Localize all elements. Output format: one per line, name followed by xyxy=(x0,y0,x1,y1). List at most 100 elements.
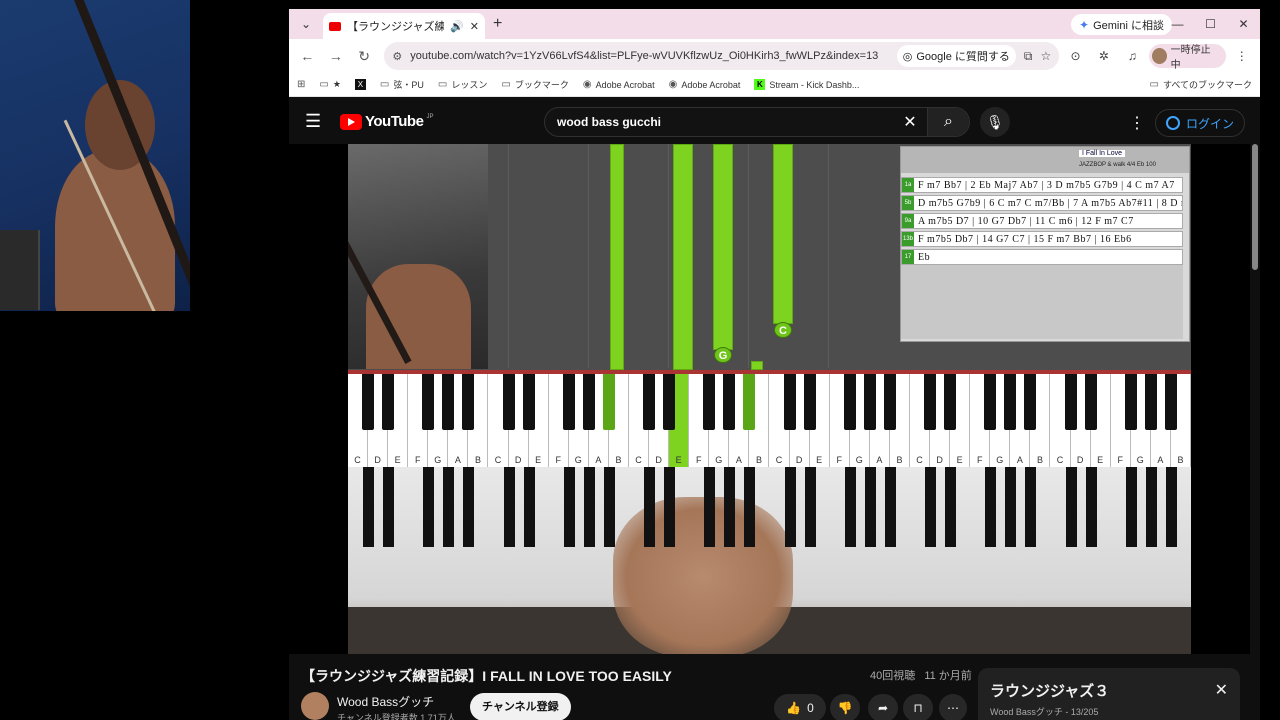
gemini-button[interactable]: ✦ Gemini に相談 xyxy=(1071,14,1172,35)
key-label: G xyxy=(855,455,863,465)
back-button[interactable]: ← xyxy=(295,48,319,64)
real-black-key xyxy=(925,467,937,547)
bookmark-adobe-2[interactable]: ◉ Adobe Acrobat xyxy=(669,79,741,90)
piano-black-key xyxy=(944,374,957,430)
key-label: G xyxy=(574,455,582,465)
video-player[interactable]: G C I Fall In Love JAZZBOP & walk 4/4 Eb… xyxy=(289,144,1250,654)
settings-dots-icon[interactable]: ⋮ xyxy=(1129,113,1145,133)
search-input[interactable]: wood bass gucchi xyxy=(545,115,893,129)
channel-name[interactable]: Wood Bassグッチ xyxy=(337,693,434,710)
section-marker: 13b xyxy=(902,232,914,246)
section-marker: 9a xyxy=(902,214,914,228)
share-button[interactable]: ➦ xyxy=(868,694,898,720)
close-playlist-icon[interactable]: ✕ xyxy=(1215,680,1228,700)
real-black-key xyxy=(1065,467,1077,547)
real-black-key xyxy=(603,467,615,547)
piano-black-key xyxy=(382,374,395,430)
bookmark-label: レッスン xyxy=(451,80,488,90)
reload-button[interactable]: ↻ xyxy=(352,48,376,65)
piano-black-key xyxy=(1084,374,1097,430)
playlist-panel: ラウンジジャズ３ Wood Bassグッチ - 13/205 ✕ xyxy=(978,668,1240,720)
key-label: B xyxy=(896,455,903,465)
search-button[interactable]: ⌕ xyxy=(927,108,969,136)
real-black-key xyxy=(1085,467,1097,547)
search-box[interactable]: wood bass gucchi ✕ ⌕ xyxy=(544,107,970,137)
bookmark-folder-strings[interactable]: ▭ 弦・PU xyxy=(380,78,424,91)
playlist-title[interactable]: ラウンジジャズ３ xyxy=(990,680,1109,701)
real-black-key xyxy=(1125,467,1137,547)
clear-search-icon[interactable]: ✕ xyxy=(893,112,927,132)
like-count: 0 xyxy=(807,701,814,715)
extension-circle-icon[interactable]: ⊙ xyxy=(1063,49,1087,63)
key-label: C xyxy=(1056,455,1064,465)
browser-menu-icon[interactable]: ⋮ xyxy=(1230,49,1254,63)
section-marker: 17 xyxy=(902,250,914,264)
tab-title: 【ラウンジジャズ練習記録】I FAL xyxy=(347,21,445,33)
tab-search-button[interactable]: ⌄ xyxy=(293,12,319,36)
real-black-key xyxy=(864,467,876,547)
login-button[interactable]: ログイン xyxy=(1155,109,1246,137)
chord-row: 1a F m7 Bb7 | 2 Eb Maj7 Ab7 | 3 D m7b5 G… xyxy=(901,177,1183,193)
profile-avatar xyxy=(1151,48,1167,64)
new-tab-button[interactable]: + xyxy=(493,15,502,33)
piano-footage xyxy=(348,467,1191,654)
voice-search-mic-icon[interactable]: 🎙 xyxy=(980,107,1010,137)
media-control-icon[interactable]: ♫ xyxy=(1120,49,1144,63)
scrollbar-thumb[interactable] xyxy=(1252,144,1258,270)
minimize-button[interactable]: — xyxy=(1161,9,1194,39)
close-tab-icon[interactable]: ✕ xyxy=(470,20,479,33)
bookmark-label: ブックマーク xyxy=(514,80,569,90)
bookmark-label: ★ xyxy=(332,79,341,89)
apps-grid-icon[interactable]: ⊞ xyxy=(297,79,305,90)
page-scrollbar[interactable] xyxy=(1250,144,1260,720)
bookmark-folder-bookmarks[interactable]: ▭ ブックマーク xyxy=(501,78,568,91)
profile-status: 一時停止中 xyxy=(1170,45,1211,71)
speaker-icon[interactable]: 🔊 xyxy=(450,20,464,33)
piano-black-key xyxy=(582,374,595,430)
account-icon xyxy=(1166,116,1180,130)
more-actions-button[interactable]: ⋯ xyxy=(939,694,967,720)
chord-symbols: Eb xyxy=(918,251,931,263)
tab-bar: ⌄ 【ラウンジジャズ練習記録】I FAL 🔊 ✕ + ✦ Gemini に相談 … xyxy=(289,9,1260,39)
key-label: G xyxy=(434,455,442,465)
key-label: F xyxy=(1117,455,1123,465)
all-bookmarks-button[interactable]: ▭ すべてのブックマーク xyxy=(1150,78,1252,91)
video-info: 【ラウンジジャズ練習記録】I FALL IN LOVE TOO EASILY 4… xyxy=(289,654,1260,720)
install-app-icon[interactable]: ⧉ xyxy=(1024,49,1033,64)
hamburger-menu-icon[interactable]: ☰ xyxy=(305,111,321,132)
piano-black-key xyxy=(924,374,937,430)
tab-active[interactable]: 【ラウンジジャズ練習記録】I FAL 🔊 ✕ xyxy=(323,13,485,39)
bookmark-x[interactable]: X xyxy=(354,79,366,90)
like-button[interactable]: 👍 0 xyxy=(774,694,826,720)
youtube-favicon-icon xyxy=(329,21,341,31)
bookmark-folder-lesson[interactable]: ▭ レッスン xyxy=(438,78,487,91)
key-label: B xyxy=(1177,455,1184,465)
globe-icon: ◉ xyxy=(582,79,592,90)
key-label: C xyxy=(354,455,361,465)
piano-black-key xyxy=(803,374,816,430)
close-window-button[interactable]: ✕ xyxy=(1227,9,1260,39)
real-black-key xyxy=(443,467,455,547)
dislike-button[interactable]: 👎 xyxy=(830,694,860,720)
bookmark-star-icon[interactable]: ☆ xyxy=(1040,49,1051,63)
site-info-icon[interactable]: ⚙ xyxy=(392,50,402,63)
channel-avatar[interactable] xyxy=(301,692,329,720)
piano-black-key xyxy=(743,374,756,430)
save-button[interactable]: ⊓ xyxy=(903,694,933,720)
youtube-logo[interactable]: YouTube JP xyxy=(340,113,433,130)
address-bar[interactable]: ⚙ youtube.com/watch?v=1YzV66LvfS4&list=P… xyxy=(384,42,1060,70)
chord-row: 17 Eb xyxy=(901,249,1183,265)
real-black-key xyxy=(804,467,816,547)
key-label: D xyxy=(655,455,662,465)
profile-button[interactable]: 一時停止中 xyxy=(1148,44,1226,71)
subscribe-button[interactable]: チャンネル登録 xyxy=(470,693,571,720)
extensions-puzzle-icon[interactable]: ✲ xyxy=(1092,49,1116,63)
bookmark-adobe-1[interactable]: ◉ Adobe Acrobat xyxy=(583,79,655,90)
bookmark-folder-star[interactable]: ▭ ★ xyxy=(319,79,341,90)
bookmark-kick[interactable]: K Stream - Kick Dashb... xyxy=(754,79,859,90)
forward-button[interactable]: → xyxy=(323,48,347,64)
maximize-button[interactable]: ☐ xyxy=(1194,9,1227,39)
real-black-key xyxy=(784,467,796,547)
ask-google-button[interactable]: ◎ Google に質問する xyxy=(896,45,1016,67)
chord-symbols: F m7b5 Db7 | 14 G7 C7 | 15 F m7 Bb7 | 16… xyxy=(918,233,1132,245)
